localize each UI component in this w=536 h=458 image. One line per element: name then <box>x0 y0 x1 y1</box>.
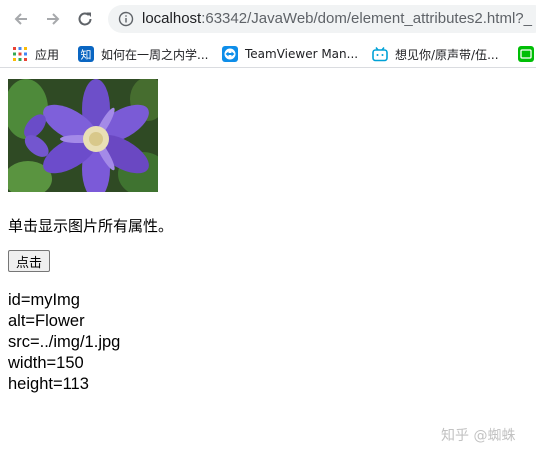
forward-button[interactable] <box>42 8 64 30</box>
bookmark-iqiyi[interactable] <box>518 45 536 63</box>
back-button[interactable] <box>10 8 32 30</box>
attribute-line: alt=Flower <box>8 312 85 330</box>
bookmark-teamviewer[interactable]: TeamViewer Man... <box>222 45 358 63</box>
caption-text: 单击显示图片所有属性。 <box>8 217 174 235</box>
bilibili-icon <box>372 46 388 62</box>
info-icon[interactable] <box>118 11 134 27</box>
apps-grid-icon <box>12 46 28 62</box>
attribute-line: height=113 <box>8 375 89 393</box>
iqiyi-icon <box>518 46 534 62</box>
address-bar[interactable]: localhost:63342/JavaWeb/dom/element_attr… <box>108 5 536 33</box>
url-path: :63342/JavaWeb/dom/element_attributes2.h… <box>201 10 532 27</box>
svg-text:知: 知 <box>81 48 92 62</box>
bookmark-label: 应用 <box>35 47 60 62</box>
browser-toolbar: localhost:63342/JavaWeb/dom/element_attr… <box>0 0 536 38</box>
show-attributes-button[interactable]: 点击 <box>8 250 51 272</box>
reload-button[interactable] <box>74 8 96 30</box>
bookmarks-bar: 应用 知 如何在一周之内学... TeamViewer Man... 想见你/原… <box>0 38 536 68</box>
attributes-output: id=myImg alt=Flower src=../img/1.jpg wid… <box>8 290 120 395</box>
bookmark-zhihu[interactable]: 知 如何在一周之内学... <box>78 45 208 63</box>
url-host: localhost <box>142 10 202 27</box>
bookmark-label: 想见你/原声带/伍... <box>395 47 499 62</box>
bookmark-apps[interactable]: 应用 <box>12 45 59 63</box>
url-text[interactable]: localhost:63342/JavaWeb/dom/element_attr… <box>142 10 532 27</box>
bookmark-bilibili[interactable]: 想见你/原声带/伍... <box>372 45 499 63</box>
attribute-line: width=150 <box>8 354 84 372</box>
bookmark-label: TeamViewer Man... <box>245 47 359 61</box>
arrow-left-icon <box>14 13 27 25</box>
teamviewer-icon <box>222 46 238 62</box>
attribute-line: id=myImg <box>8 291 80 309</box>
flower-image <box>8 79 158 192</box>
bookmark-label: 如何在一周之内学... <box>101 47 209 62</box>
attribute-line: src=../img/1.jpg <box>8 333 121 351</box>
arrow-right-icon <box>47 13 60 25</box>
zhihu-icon: 知 <box>78 46 94 62</box>
watermark: 知乎 @蜘蛛 <box>441 428 516 444</box>
reload-icon <box>78 12 92 26</box>
